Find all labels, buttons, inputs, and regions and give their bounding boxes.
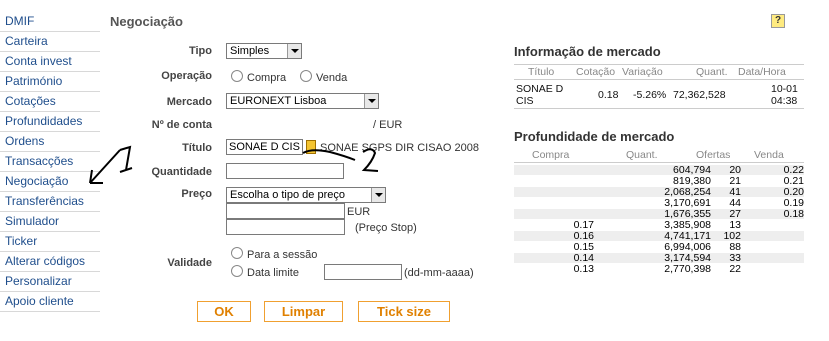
- preco-value: Escolha o tipo de preço: [230, 189, 345, 201]
- col-datahora: Data/Hora: [738, 66, 786, 78]
- col-quant: Quant.: [696, 66, 728, 78]
- col-cotacao: Cotação: [576, 66, 616, 78]
- help-icon[interactable]: ?: [771, 14, 785, 28]
- depth-ofertas: 22: [729, 263, 741, 275]
- mercado-select[interactable]: EURONEXT Lisboa: [226, 93, 379, 109]
- col-variacao: Variação: [622, 66, 663, 78]
- depth-title: Profundidade de mercado: [514, 129, 675, 144]
- sidebar-item[interactable]: Profundidades: [0, 112, 100, 132]
- sidebar-item[interactable]: Alterar códigos: [0, 252, 100, 272]
- ok-button[interactable]: OK: [197, 301, 251, 322]
- quantidade-label: Quantidade: [151, 166, 212, 178]
- lookup-icon[interactable]: [306, 140, 316, 154]
- sidebar-item[interactable]: Ticker: [0, 232, 100, 252]
- mi-quant: 72,362,528: [673, 89, 726, 101]
- preco-select[interactable]: Escolha o tipo de preço: [226, 187, 386, 203]
- mercado-label: Mercado: [166, 96, 212, 108]
- col-quant: Quant.: [626, 149, 658, 161]
- depth-row: 1,676,355 27 0.18: [514, 208, 804, 220]
- mi-hora: 04:38: [771, 95, 798, 107]
- data-limite-label: Data limite: [247, 267, 299, 279]
- depth-row: 0.16 4,741,171 102: [514, 230, 804, 242]
- sidebar-item[interactable]: Simulador: [0, 212, 100, 232]
- preco-stop-label: (Preço Stop): [355, 222, 417, 234]
- validade-label: Validade: [167, 257, 212, 269]
- depth-row: 0.15 6,994,006 88: [514, 241, 804, 253]
- conta-label: Nº de conta: [151, 119, 212, 131]
- depth-row: 819,380 21 0.21: [514, 175, 804, 187]
- conta-value: / EUR: [373, 119, 403, 131]
- venda-radio[interactable]: [300, 70, 312, 82]
- sidebar-nav: DMIF Carteira Conta invest Património Cotaçõ…: [0, 12, 100, 312]
- compra-label: Compra: [247, 72, 287, 84]
- col-compra: Compra: [532, 149, 570, 161]
- depth-row: 3,170,691 44 0.19: [514, 197, 804, 209]
- titulo-description: SONAE SGPS DIR CISAO 2008: [320, 142, 479, 154]
- sidebar-item[interactable]: Cotações: [0, 92, 100, 112]
- sessao-radio[interactable]: [231, 247, 243, 259]
- sidebar-item[interactable]: Ordens: [0, 132, 100, 152]
- depth-row: 2,068,254 41 0.20: [514, 186, 804, 198]
- mi-titulo-2: CIS: [516, 95, 534, 107]
- chevron-down-icon: [287, 44, 301, 58]
- sessao-label: Para a sessão: [247, 249, 318, 261]
- chevron-down-icon: [364, 94, 378, 108]
- date-format-hint: (dd-mm-aaaa): [404, 267, 474, 279]
- depth-header: Compra Quant. Ofertas Venda: [514, 148, 804, 163]
- data-limite-input[interactable]: [324, 264, 402, 280]
- col-venda: Venda: [754, 149, 784, 161]
- depth-row: 604,794 20 0.22: [514, 164, 804, 176]
- tipo-select[interactable]: Simples: [226, 43, 302, 59]
- mi-variacao: -5.26%: [633, 89, 667, 101]
- sidebar-item[interactable]: Transacções: [0, 152, 100, 172]
- market-info-title: Informação de mercado: [514, 44, 661, 59]
- chevron-down-icon: [371, 188, 385, 202]
- preco-input[interactable]: [226, 203, 345, 219]
- depth-row: 0.14 3,174,594 33: [514, 252, 804, 264]
- preco-currency: EUR: [347, 206, 371, 218]
- limpar-button[interactable]: Limpar: [264, 301, 343, 322]
- sidebar-item[interactable]: Apoio cliente: [0, 292, 100, 312]
- sidebar-item[interactable]: Património: [0, 72, 100, 92]
- sidebar-item[interactable]: Conta invest: [0, 52, 100, 72]
- col-titulo: Título: [528, 66, 555, 78]
- mi-cotacao: 0.18: [598, 89, 619, 101]
- divider: [514, 108, 804, 109]
- market-info-header: Título Cotação Variação Quant. Data/Hora: [514, 64, 804, 80]
- depth-row: 0.17 3,385,908 13: [514, 219, 804, 231]
- mi-data: 10-01: [771, 83, 798, 95]
- sidebar-item[interactable]: Transferências: [0, 192, 100, 212]
- tick-size-button[interactable]: Tick size: [358, 301, 450, 322]
- page-title: Negociação: [110, 14, 183, 29]
- operacao-label: Operação: [161, 70, 212, 82]
- tipo-label: Tipo: [188, 45, 212, 57]
- titulo-input[interactable]: SONAE D CIS: [226, 139, 303, 155]
- sidebar-item[interactable]: Personalizar: [0, 272, 100, 292]
- sidebar-item[interactable]: Negociação: [0, 172, 100, 192]
- preco-label: Preço: [181, 188, 212, 200]
- depth-quant: 2,770,398: [664, 263, 711, 275]
- venda-label: Venda: [316, 72, 348, 84]
- mi-titulo-1: SONAE D: [516, 83, 564, 95]
- titulo-label: Título: [182, 142, 212, 154]
- data-limite-radio[interactable]: [231, 265, 243, 277]
- quantidade-input[interactable]: [226, 163, 344, 179]
- depth-compra: 0.13: [573, 263, 594, 275]
- tipo-value: Simples: [230, 45, 270, 57]
- compra-radio[interactable]: [231, 70, 243, 82]
- col-ofertas: Ofertas: [696, 149, 731, 161]
- depth-row: 0.13 2,770,398 22: [514, 263, 804, 275]
- mercado-value: EURONEXT Lisboa: [230, 95, 327, 107]
- sidebar-item[interactable]: Carteira: [0, 32, 100, 52]
- preco-stop-input[interactable]: [226, 219, 345, 235]
- sidebar-item[interactable]: DMIF: [0, 12, 100, 32]
- depth-venda: 0.18: [783, 208, 804, 220]
